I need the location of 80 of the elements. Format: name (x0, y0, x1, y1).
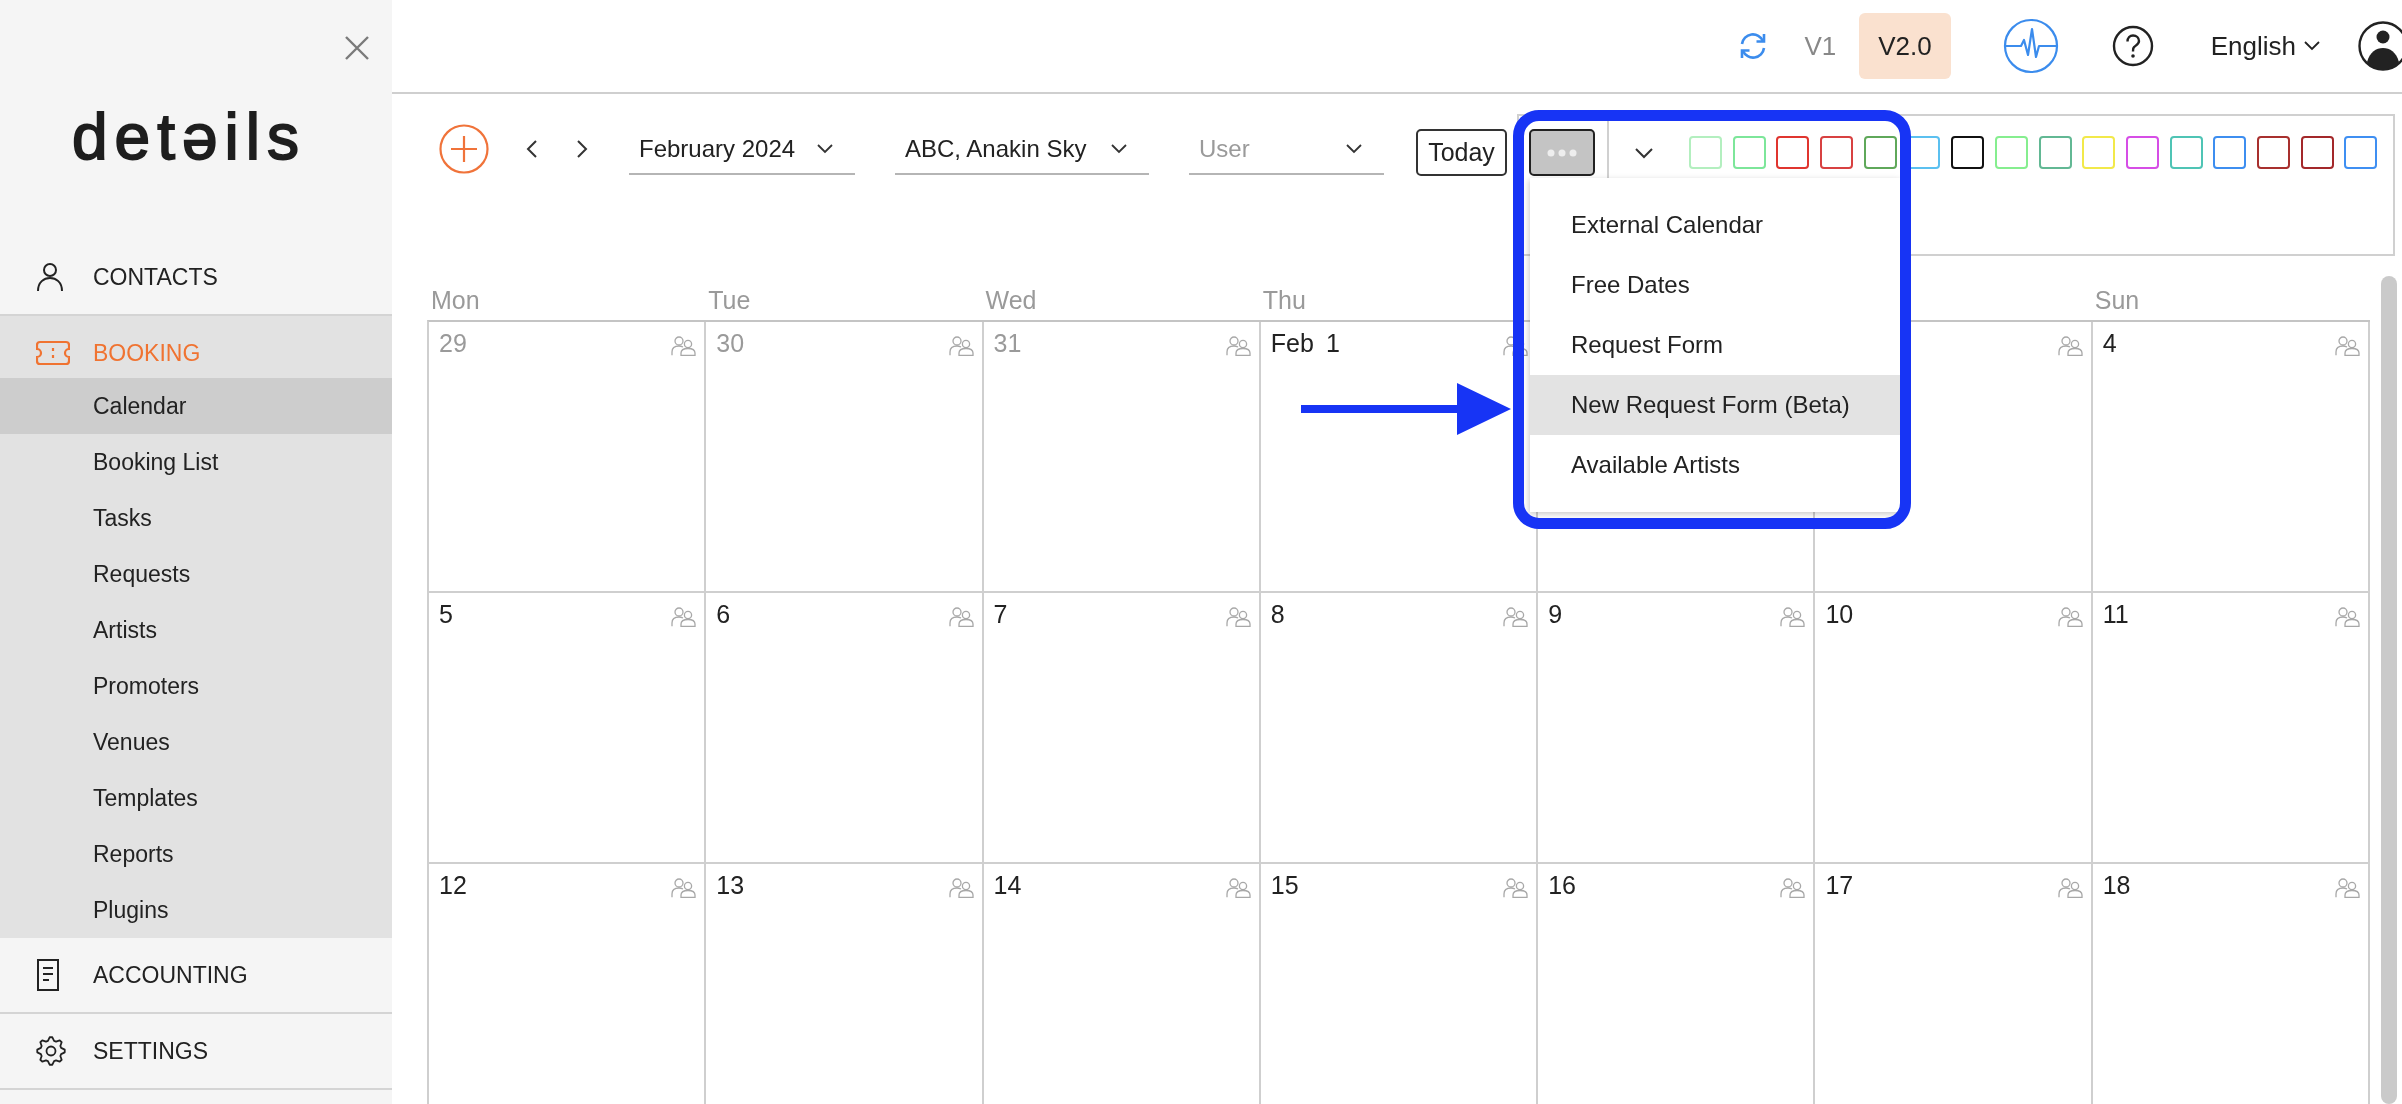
menu-item[interactable]: Request Form (1530, 315, 1901, 375)
weekday-label: Sun (2094, 286, 2140, 314)
person-icon (36, 262, 64, 292)
caret-down-icon (817, 144, 833, 154)
sidebar-subitem[interactable]: Tasks (0, 490, 392, 546)
sidebar-item[interactable]: ACCOUNTING (0, 938, 392, 1014)
menu-item[interactable]: New Request Form (Beta) (1530, 375, 1901, 435)
sidebar-subitem[interactable]: Venues (0, 714, 392, 770)
caret-down-icon[interactable] (1634, 147, 1654, 159)
menu-item[interactable]: Free Dates (1530, 255, 1901, 315)
day-number: 13 (716, 871, 745, 900)
logo: detəils (72, 106, 306, 168)
ellipsis-icon (1547, 148, 1577, 157)
menu-item[interactable]: Available Artists (1530, 435, 1901, 495)
add-icon[interactable] (439, 124, 489, 174)
chevron-left-icon[interactable] (526, 139, 538, 159)
day-number: 15 (1270, 871, 1299, 900)
day-number: 30 (716, 329, 745, 358)
people-icon[interactable] (1503, 336, 1529, 356)
weekday-label: Wed (985, 286, 1037, 314)
weekday-label: Mon (431, 286, 480, 314)
settings-icon (36, 1036, 66, 1066)
sidebar-item[interactable]: SETTINGS (0, 1014, 392, 1090)
document-icon (36, 959, 60, 991)
day-number: 11 (2102, 600, 2129, 629)
more-button[interactable] (1529, 129, 1595, 176)
color-swatch[interactable] (1820, 136, 1854, 169)
month-label: Feb (1270, 329, 1314, 358)
sidebar-subitem[interactable]: Promoters (0, 658, 392, 714)
language-dropdown[interactable]: English (2210, 30, 2320, 62)
day-number: 29 (439, 329, 467, 358)
menu-item[interactable]: External Calendar (1530, 195, 1901, 255)
day-number: 1 (1325, 329, 1340, 358)
day-number: 16 (1548, 871, 1576, 900)
day-number: 4 (2102, 329, 2117, 358)
sidebar-subitem[interactable]: Booking List (0, 434, 392, 490)
ticket-icon (36, 340, 70, 366)
color-swatch[interactable] (1951, 136, 1985, 169)
close-icon[interactable] (344, 35, 370, 61)
weekday-label: Thu (1262, 286, 1306, 314)
version-tab[interactable]: V2.0 (1859, 13, 1951, 79)
month-dropdown[interactable]: February 2024 (629, 125, 855, 175)
weekday-label: Tue (708, 286, 751, 314)
sidebar-subitem[interactable]: Requests (0, 546, 392, 602)
pulse-icon[interactable] (2002, 18, 2059, 74)
chevron-right-icon[interactable] (576, 139, 588, 159)
sidebar-subitem[interactable]: Reports (0, 826, 392, 882)
day-number: 17 (1825, 871, 1854, 900)
color-swatch[interactable] (2169, 136, 2203, 169)
caret-down-icon (2304, 41, 2320, 51)
sidebar-subitem[interactable]: Artists (0, 602, 392, 658)
help-icon[interactable] (2111, 25, 2154, 67)
color-swatch[interactable] (2300, 136, 2334, 169)
today-button[interactable]: Today (1416, 129, 1507, 176)
artist-dropdown[interactable]: ABC, Anakin Sky (895, 125, 1149, 175)
color-swatch[interactable] (2213, 136, 2247, 169)
color-swatch[interactable] (2256, 136, 2290, 169)
caret-down-icon (1346, 144, 1362, 154)
day-number: 12 (439, 871, 467, 900)
color-swatch[interactable] (2038, 136, 2072, 169)
day-number: 6 (716, 600, 731, 629)
day-number: 10 (1825, 600, 1854, 629)
sidebar-subitem[interactable]: Plugins (0, 882, 392, 938)
day-number: 5 (439, 600, 453, 629)
caret-down-icon (1111, 144, 1127, 154)
sidebar-subitem[interactable]: Templates (0, 770, 392, 826)
color-swatch[interactable] (2344, 136, 2378, 169)
day-number: 31 (993, 329, 1022, 358)
scrollbar-thumb[interactable] (2381, 276, 2397, 1104)
version-tab[interactable]: V1 (1785, 13, 1856, 79)
day-number: 18 (2102, 871, 2131, 900)
color-swatch[interactable] (2125, 136, 2159, 169)
day-number: 7 (993, 600, 1008, 629)
day-number: 14 (993, 871, 1022, 900)
day-number: 9 (1548, 600, 1563, 629)
sidebar-subitem[interactable]: Calendar (0, 378, 392, 434)
day-number: 8 (1270, 600, 1285, 629)
color-swatch[interactable] (1863, 136, 1897, 169)
avatar-icon[interactable] (2358, 21, 2402, 71)
color-swatch[interactable] (1776, 136, 1810, 169)
